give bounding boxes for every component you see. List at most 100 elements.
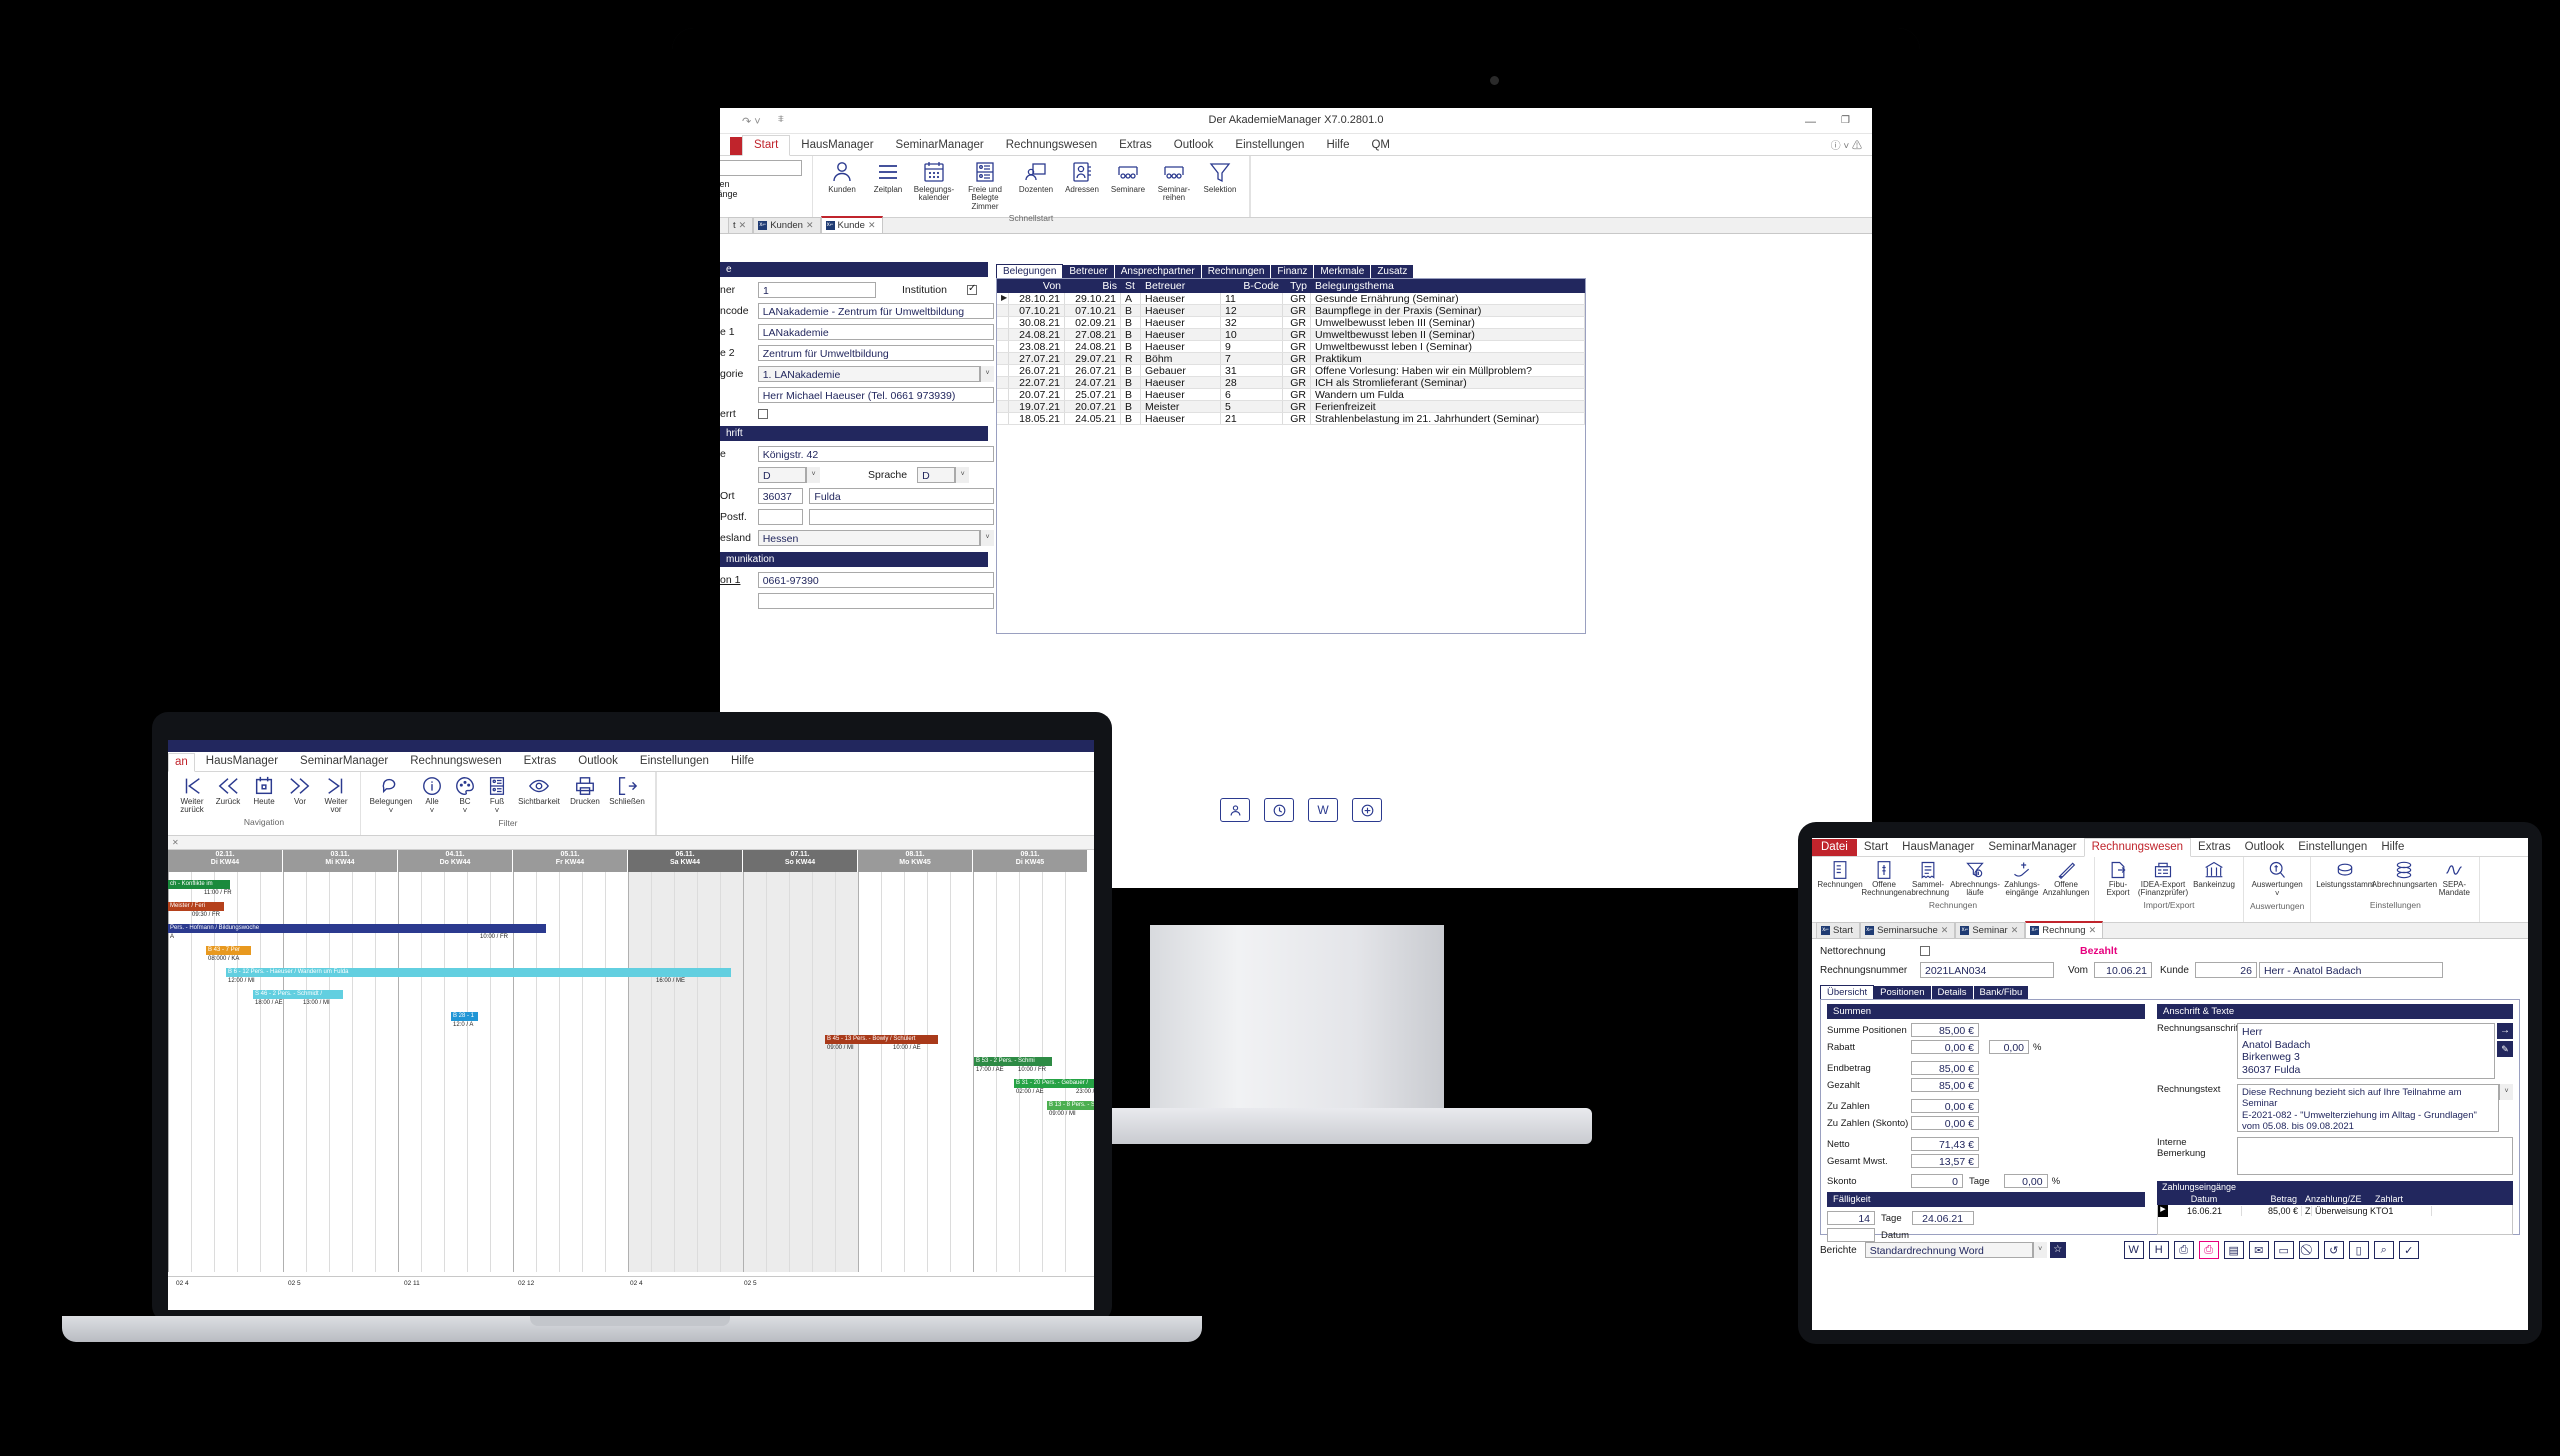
subtab-zusatz[interactable]: Zusatz (1371, 265, 1414, 278)
invoice-doctab-seminar[interactable]: x⌐ Seminar ✕ (1955, 922, 2026, 938)
field-strasse[interactable]: Königstr. 42 (757, 446, 994, 462)
subtab-merkmale[interactable]: Merkmale (1314, 265, 1372, 278)
btn-idea-export[interactable]: IDEA-Export (Finanzprüfer) (2135, 859, 2191, 899)
btn-bankeinzug[interactable]: Bankeinzug (2191, 859, 2237, 890)
ribbon-tab-qm[interactable]: QM (1360, 136, 1401, 155)
word-icon[interactable]: W (1308, 798, 1338, 822)
ribbon-tab-accent[interactable] (730, 137, 742, 155)
gantt-bar[interactable]: Pers. - Hofmann / Bildungswoche (168, 924, 546, 933)
table-row[interactable]: 22.07.21 24.07.21 B Haeuser 28 GR ICH als Stro… (997, 377, 1585, 389)
new-icon[interactable]: ▯ (2348, 1241, 2369, 1259)
zahlungseingaenge-grid[interactable]: Zahlungseingänge Datum Betrag Anzahlung/… (2157, 1181, 2513, 1235)
field-matchcode[interactable]: LANakademie - Zentrum für Umweltbildung (757, 303, 994, 319)
laptop-ribbon-tab-hausmanager[interactable]: HausManager (195, 752, 289, 771)
gantt-bar[interactable]: ch - Konflikte im (168, 880, 230, 889)
btn-offene-anzahlungen[interactable]: Offene Anzahlungen (2043, 859, 2089, 899)
ribbon-tab-seminarmanager[interactable]: SeminarManager (885, 136, 995, 155)
laptop-ribbon-tab-hilfe[interactable]: Hilfe (720, 752, 765, 771)
chevron-down-icon[interactable]: ˅ (980, 366, 995, 382)
table-row[interactable]: ▶ 16.06.21 85,00 € Z Überweisung KTO1 (2158, 1205, 2512, 1217)
rechnungsnummer-input[interactable]: 2021LAN034 (1920, 962, 2054, 978)
institution-checkbox[interactable] (966, 283, 977, 295)
invoice-tab-datei[interactable]: Datei (1812, 839, 1857, 856)
kunde-name-input[interactable]: Herr - Anatol Badach (2258, 962, 2443, 978)
gantt-bar[interactable]: S 46 - 2 Pers. - Schmidt / (253, 990, 343, 999)
zahlung-col-anzahlung[interactable]: Anzahlung/ZE (2301, 1193, 2363, 1205)
preview-icon[interactable]: ▭ (2273, 1241, 2294, 1259)
letzte-suchen-item[interactable]: tzte Suchen (720, 179, 806, 189)
btn-sepa-mandate[interactable]: SEPA- Mandate (2435, 859, 2473, 899)
field-sprache[interactable]: D (917, 467, 956, 483)
faellig-datum-value[interactable]: 24.06.21 (1911, 1211, 1974, 1225)
quickstart-zimmer[interactable]: Freie und Belegte Zimmer (957, 158, 1013, 212)
summen-value[interactable]: 0,00 € (1911, 1040, 1979, 1054)
filter-schliessen[interactable]: Schließen (605, 774, 649, 807)
laptop-ribbon-tab-extras[interactable]: Extras (513, 752, 568, 771)
btn-offene-rechnungen[interactable]: Offene Rechnungen (1861, 859, 1907, 899)
doctab-kunden[interactable]: x⌐ Kunden ✕ (753, 217, 821, 233)
table-row[interactable]: 30.08.21 02.09.21 B Haeuser 32 GR Umwelbewusst… (997, 317, 1585, 329)
grid-col-bis[interactable]: Bis (1065, 279, 1121, 293)
table-row[interactable]: 23.08.21 24.08.21 B Haeuser 9 GR Umweltbewusst… (997, 341, 1585, 353)
summen-value[interactable]: 85,00 € (1911, 1061, 1979, 1075)
skonto-prozent-input[interactable]: 0,00 (2003, 1174, 2048, 1188)
invoice-tab-start[interactable]: Start (1857, 839, 1895, 856)
summen-value[interactable]: 13,57 € (1911, 1154, 1979, 1168)
statusbar-icons[interactable]: W (1220, 798, 1382, 822)
nettorechnung-checkbox[interactable] (1920, 946, 1930, 956)
field-postfach-ort[interactable] (809, 509, 995, 525)
filter-drucken[interactable]: Drucken (565, 774, 605, 807)
btn-abrechnungsarten[interactable]: Abrechnungsarten (2372, 859, 2437, 890)
btn-leistungsstamm[interactable]: Leistungsstamm (2316, 859, 2374, 890)
print-pink-icon[interactable]: ⎙ (2198, 1241, 2219, 1259)
grid-col-st[interactable]: St (1121, 279, 1141, 293)
chevron-down-icon[interactable]: ˅ (2499, 1084, 2513, 1100)
subtab-ansprechpartner[interactable]: Ansprechpartner (1114, 265, 1202, 278)
invoice-subtab-uebersicht[interactable]: Übersicht (1820, 985, 1875, 999)
invoice-subtab-positionen[interactable]: Positionen (1874, 986, 1932, 999)
btn-abrechnungslaeufe[interactable]: Abrechnungs- läufe (1950, 859, 2000, 899)
close-icon[interactable]: ✕ (2011, 925, 2019, 936)
laptop-ribbon-tab-strip[interactable]: an HausManager SeminarManager Rechnungsw… (168, 752, 1094, 772)
close-icon[interactable]: ✕ (739, 220, 747, 231)
search-icon[interactable]: ⌕ (2373, 1241, 2394, 1259)
quickstart-belegungskalender[interactable]: Belegungs- kalender (911, 158, 957, 204)
gantt-bar[interactable]: B 31 - 20 Pers. - Gebauer / (1014, 1079, 1094, 1088)
laptop-ribbon-tab-rechnungswesen[interactable]: Rechnungswesen (399, 752, 512, 771)
field-kategorie[interactable]: 1. LANakademie (757, 366, 981, 382)
summen-value[interactable]: 71,43 € (1911, 1137, 1979, 1151)
mail-icon[interactable]: ✉ (2248, 1241, 2269, 1259)
doctab-t[interactable]: t ✕ (728, 217, 754, 233)
invoice-doctab-seminarsuche[interactable]: x⌐ Seminarsuche ✕ (1860, 922, 1956, 938)
invoice-action-icons[interactable]: WH⎙⎙▤✉▭⃠↺▯⌕✓ (2123, 1241, 2419, 1259)
kunde-nr-input[interactable]: 26 (2194, 962, 2257, 978)
nav-zurueck[interactable]: Zurück (210, 774, 246, 807)
grid-col-betreuer[interactable]: Betreuer (1141, 279, 1221, 293)
ribbon-tab-rechnungswesen[interactable]: Rechnungswesen (995, 136, 1108, 155)
table-row[interactable]: 24.08.21 27.08.21 B Haeuser 10 GR Umweltbewuss… (997, 329, 1585, 341)
address-apply-button[interactable]: → (2497, 1023, 2513, 1039)
quickstart-selektion[interactable]: Selektion (1197, 158, 1243, 195)
field-telefon2[interactable] (757, 593, 994, 609)
close-icon[interactable]: ✕ (1941, 925, 1949, 936)
chevron-down-icon[interactable]: ˅ (495, 806, 500, 815)
invoice-subtab-details[interactable]: Details (1931, 986, 1974, 999)
close-icon[interactable]: ✕ (2089, 925, 2097, 936)
invoice-tab-einstellungen[interactable]: Einstellungen (2291, 839, 2374, 856)
gantt-day-2[interactable]: 04.11. Do KW44 (398, 850, 513, 872)
gantt-day-7[interactable]: 09.11. Di KW45 (973, 850, 1088, 872)
quickstart-zeitplan[interactable]: Zeitplan (865, 158, 911, 195)
gantt-bar[interactable]: B 53 - 2 Pers. - Schmi (974, 1057, 1052, 1066)
gantt-bar[interactable]: B 13 - 8 Pers. - Seminarbetreue (1047, 1101, 1094, 1110)
favorite-star-icon[interactable]: ☆ (2049, 1242, 2066, 1258)
invoice-doc-tab-strip[interactable]: x⌐ Start x⌐ Seminarsuche ✕ x⌐ Seminar ✕ … (1812, 921, 2528, 939)
stack-icon[interactable]: ▤ (2223, 1241, 2244, 1259)
invoice-doctab-start[interactable]: x⌐ Start (1816, 922, 1861, 938)
field-land[interactable]: D (758, 467, 806, 483)
subtab-rechnungen[interactable]: Rechnungen (1201, 265, 1272, 278)
close-icon[interactable]: ✕ (806, 220, 814, 231)
ribbon-tab-hilfe[interactable]: Hilfe (1315, 136, 1360, 155)
belegungen-grid[interactable]: Von Bis St Betreuer B-Code Typ Belegungs… (996, 278, 1586, 634)
filter-belegungen[interactable]: Belegungen ˅ (367, 774, 415, 817)
grid-col-von[interactable]: Von (1009, 279, 1065, 293)
